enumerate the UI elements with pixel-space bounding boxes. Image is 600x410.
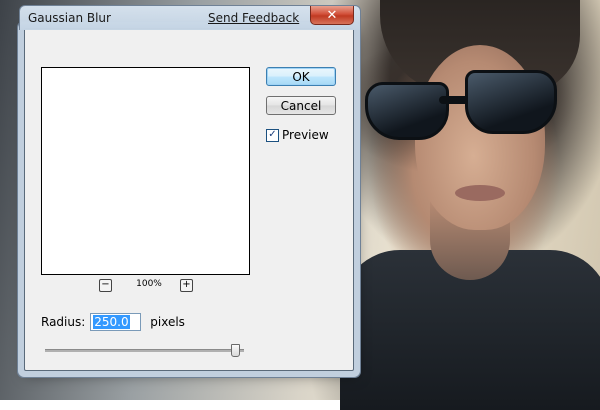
zoom-in-button[interactable]: + [180, 279, 193, 292]
zoom-level: 100% [136, 279, 162, 289]
gaussian-blur-dialog: Gaussian Blur Send Feedback ✕ − 100% + O… [19, 5, 361, 371]
check-icon: ✓ [268, 129, 277, 140]
minus-icon: − [101, 279, 110, 290]
radius-input[interactable]: 250.0 [90, 313, 142, 331]
ok-button[interactable]: OK [266, 67, 336, 86]
close-icon: ✕ [326, 7, 338, 23]
radius-slider-thumb[interactable] [231, 344, 240, 357]
dialog-titlebar[interactable]: Gaussian Blur Send Feedback ✕ [19, 5, 361, 30]
zoom-controls: − 100% + [41, 279, 250, 295]
dialog-title: Gaussian Blur [28, 11, 111, 25]
radius-label: Radius: [41, 315, 86, 329]
plus-icon: + [182, 279, 191, 290]
preview-checkbox-row[interactable]: ✓ Preview [266, 127, 329, 143]
radius-slider-track [45, 349, 244, 352]
background-lips [455, 185, 505, 201]
radius-unit: pixels [150, 315, 185, 329]
preview-canvas[interactable] [41, 67, 250, 275]
sunglasses-right-lens [465, 70, 557, 134]
close-button[interactable]: ✕ [310, 6, 354, 25]
preview-label: Preview [282, 128, 329, 142]
radius-value: 250.0 [93, 315, 130, 329]
radius-row: Radius: 250.0 pixels [41, 311, 185, 333]
preview-checkbox[interactable]: ✓ [266, 128, 279, 142]
send-feedback-link[interactable]: Send Feedback [208, 11, 299, 25]
cancel-button[interactable]: Cancel [266, 96, 336, 115]
radius-slider[interactable] [45, 344, 244, 358]
background-sunglasses [365, 70, 557, 140]
sunglasses-left-lens [365, 82, 449, 140]
zoom-out-button[interactable]: − [99, 279, 112, 292]
